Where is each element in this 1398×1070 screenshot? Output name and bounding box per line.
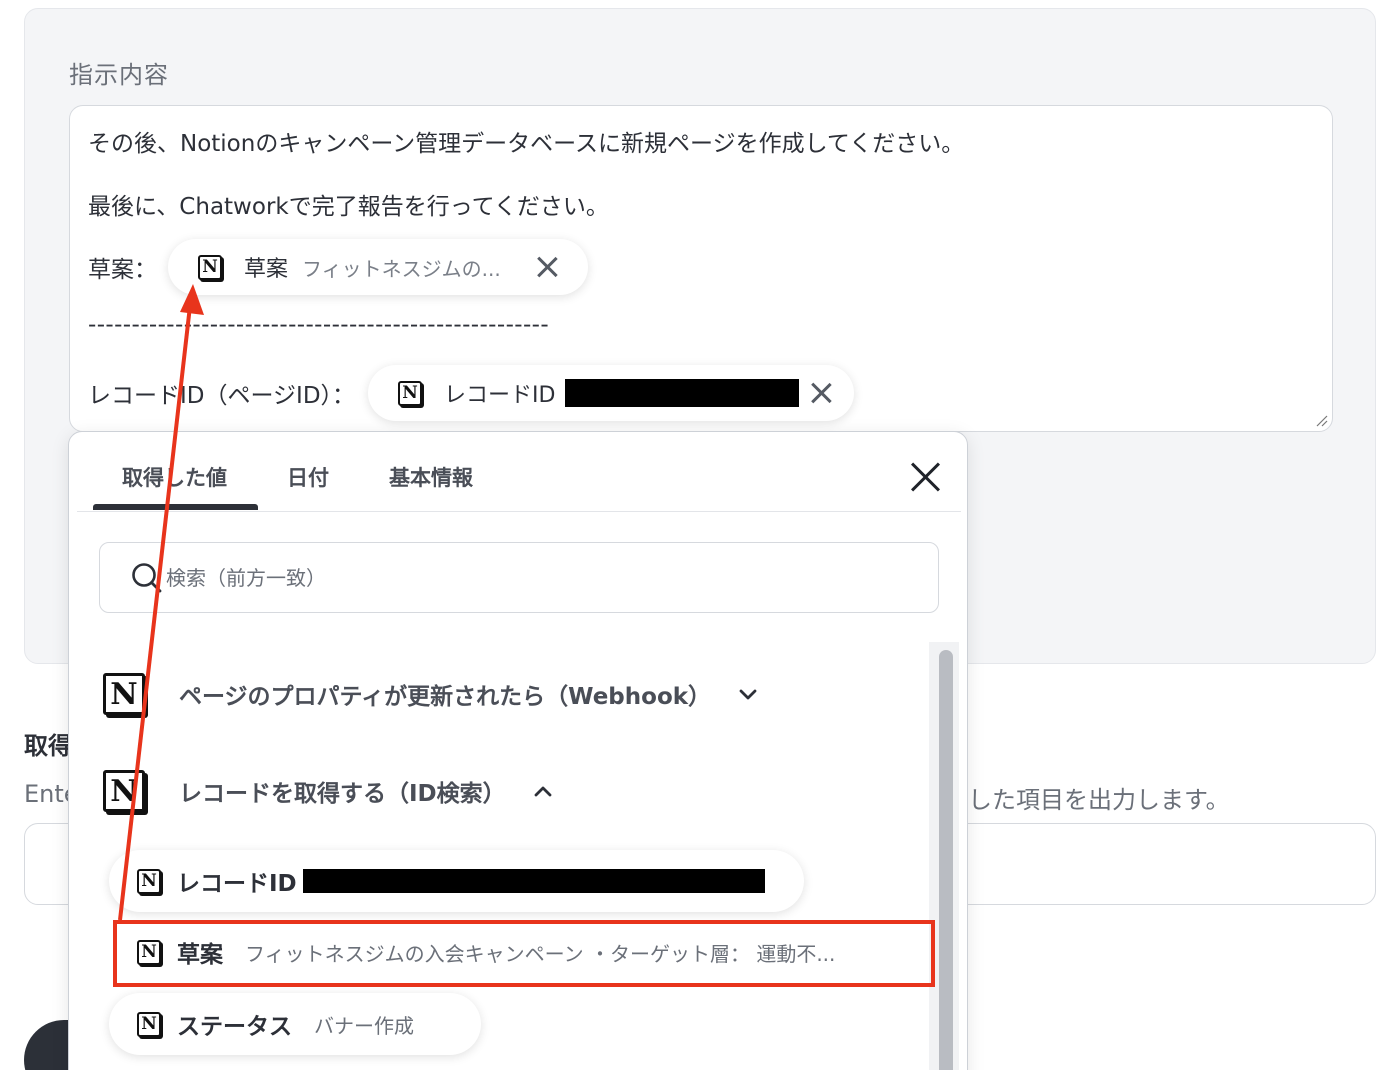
search-icon [132, 563, 162, 593]
tab-basic-info[interactable]: 基本情報 [389, 462, 473, 492]
chip-value: フィットネスジムの... [302, 256, 501, 281]
section-label: レコードを取得する（ID検索） [179, 781, 506, 807]
draft-label: 草案： [88, 257, 157, 283]
draft-variable-chip[interactable]: N 草案 フィットネスジムの... [168, 239, 588, 295]
close-icon[interactable] [807, 379, 835, 407]
section-label: ページのプロパティが更新されたら（Webhook） [179, 684, 712, 710]
scrollbar-thumb[interactable] [939, 650, 953, 1070]
notion-logo-icon: N [103, 770, 145, 812]
annotation-highlight-box [113, 920, 935, 987]
resize-handle-icon[interactable] [1316, 415, 1328, 427]
item-title: ステータス [177, 1014, 292, 1040]
output-section-desc-right: した項目を出力します。 [968, 786, 1230, 814]
search-box [99, 542, 939, 613]
chip-title: レコードID [444, 383, 556, 408]
chip-title: 草案 [244, 257, 289, 282]
active-tab-indicator [93, 504, 258, 510]
section-get-record[interactable]: N レコードを取得する（ID検索） [103, 763, 554, 819]
notion-logo-icon: N [137, 868, 161, 894]
chevron-down-icon[interactable] [737, 683, 759, 705]
section-webhook-trigger[interactable]: N ページのプロパティが更新されたら（Webhook） [103, 666, 759, 722]
item-value: バナー作成 [314, 1013, 414, 1038]
notion-logo-icon: N [137, 1011, 161, 1037]
divider-line: ----------------------------------------… [88, 312, 550, 338]
instruction-line-chatwork: 最後に、Chatworkで完了報告を行ってください。 [88, 194, 609, 220]
search-input[interactable] [166, 561, 866, 595]
close-icon[interactable] [533, 253, 561, 281]
item-title: レコードID [177, 871, 297, 897]
instruction-line-notion: その後、Notionのキャンペーン管理データベースに新規ページを作成してください… [88, 131, 965, 157]
redacted-block [565, 379, 800, 407]
list-item-record-id[interactable]: N レコードID [109, 850, 804, 912]
close-icon[interactable] [909, 460, 943, 494]
chevron-up-icon[interactable] [532, 780, 554, 802]
picker-tabs: 取得した値 日付 基本情報 [77, 432, 961, 512]
redacted-block [302, 869, 765, 893]
list-item-status[interactable]: N ステータス バナー作成 [109, 993, 481, 1055]
record-id-label: レコードID（ページID）： [88, 383, 356, 409]
output-section-title: 取得 [24, 732, 72, 760]
instruction-textarea[interactable]: その後、Notionのキャンペーン管理データベースに新規ページを作成してください… [69, 105, 1333, 432]
app-screen: 指示内容 その後、Notionのキャンペーン管理データベースに新規ページを作成し… [0, 0, 1398, 1070]
notion-logo-icon: N [103, 673, 145, 715]
notion-logo-icon: N [198, 254, 222, 280]
tab-date[interactable]: 日付 [287, 462, 329, 492]
record-id-variable-chip[interactable]: N レコードID [368, 365, 854, 421]
instruction-label: 指示内容 [69, 61, 169, 89]
notion-logo-icon: N [398, 380, 422, 406]
tab-fetched-values[interactable]: 取得した値 [122, 462, 227, 492]
